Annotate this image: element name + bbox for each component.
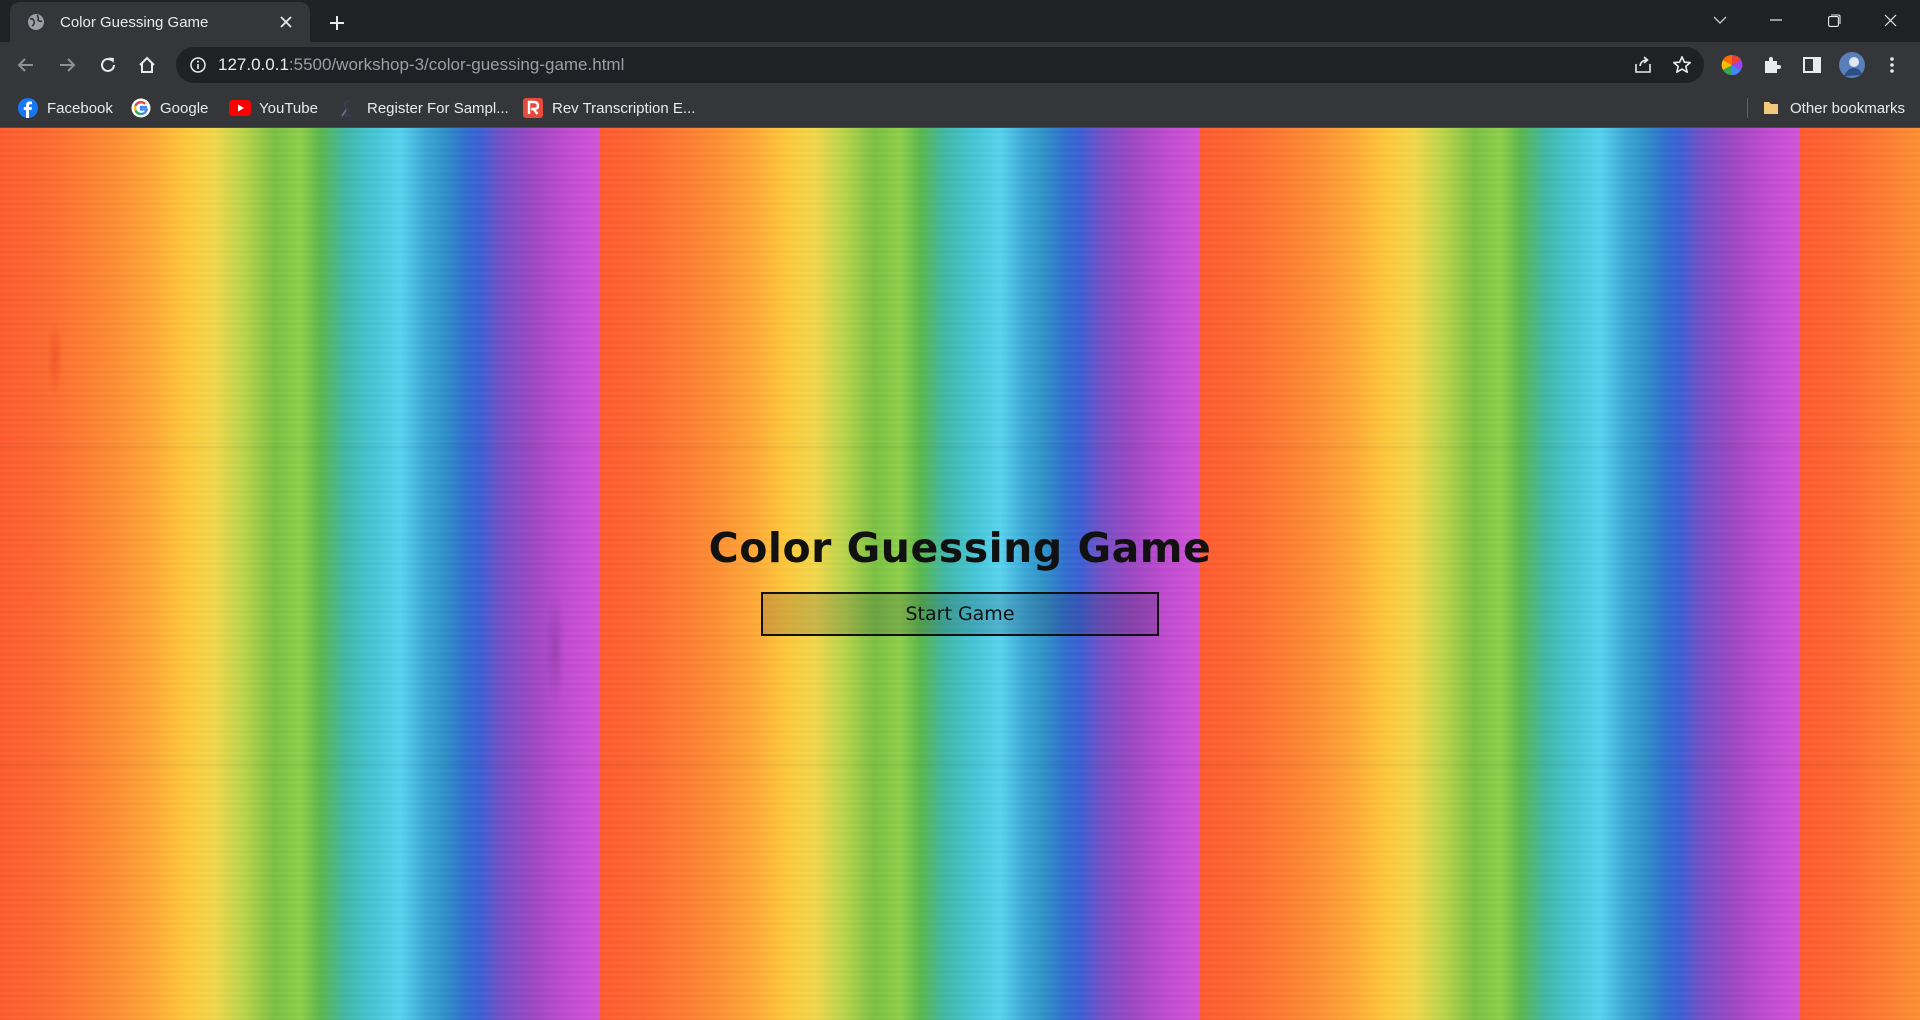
bookmark-register-for-sample[interactable]: Register For Sampl...	[337, 96, 509, 120]
profile-avatar[interactable]	[1836, 49, 1868, 81]
google-icon	[130, 97, 152, 119]
url-host: 127.0.0.1	[218, 55, 289, 74]
close-tab-icon[interactable]	[274, 10, 298, 34]
bookmark-facebook[interactable]: Facebook	[17, 96, 113, 120]
extensions-puzzle-icon[interactable]	[1756, 49, 1788, 81]
bookmark-label: Register For Sampl...	[367, 99, 509, 117]
bookmark-google[interactable]: Google	[130, 96, 208, 120]
share-icon[interactable]	[1631, 53, 1655, 77]
close-window-icon[interactable]	[1862, 0, 1918, 40]
folder-icon	[1760, 97, 1782, 119]
url-path: :5500/workshop-3/color-guessing-game.htm…	[288, 55, 625, 74]
side-panel-icon[interactable]	[1796, 49, 1828, 81]
browser-window: Color Guessing Game 127.0.0.1:5500/works…	[0, 0, 1920, 1020]
other-bookmarks-label: Other bookmarks	[1790, 99, 1906, 117]
other-bookmarks[interactable]: Other bookmarks	[1760, 96, 1905, 120]
bookmark-youtube[interactable]: YouTube	[229, 96, 318, 120]
minimize-icon[interactable]	[1748, 0, 1804, 40]
tab-search-chevron-icon[interactable]	[1692, 0, 1748, 40]
game-start-panel: Color Guessing Game Start Game	[709, 524, 1211, 636]
color-picker-extension-icon[interactable]	[1716, 49, 1748, 81]
globe-icon	[26, 12, 46, 32]
rev-icon	[522, 97, 544, 119]
home-icon[interactable]	[131, 49, 163, 81]
bookmarks-separator	[1747, 98, 1748, 118]
register-icon	[337, 97, 359, 119]
page-viewport: Color Guessing Game Start Game	[0, 128, 1920, 1020]
address-bar[interactable]: 127.0.0.1:5500/workshop-3/color-guessing…	[176, 47, 1704, 83]
forward-icon[interactable]	[51, 49, 83, 81]
site-info-icon[interactable]	[188, 55, 208, 75]
reload-icon[interactable]	[92, 49, 124, 81]
new-tab-icon[interactable]	[322, 8, 352, 38]
tab-strip: Color Guessing Game	[0, 0, 1920, 42]
restore-icon[interactable]	[1806, 0, 1862, 40]
game-title: Color Guessing Game	[708, 524, 1212, 572]
bookmark-rev-transcription[interactable]: Rev Transcription E...	[522, 96, 695, 120]
browser-menu-icon[interactable]	[1876, 49, 1908, 81]
bookmark-label: YouTube	[259, 99, 318, 117]
back-icon[interactable]	[10, 49, 42, 81]
start-game-button[interactable]: Start Game	[761, 592, 1159, 636]
facebook-icon	[17, 97, 39, 119]
tab-color-guessing-game[interactable]: Color Guessing Game	[10, 2, 310, 42]
youtube-icon	[229, 97, 251, 119]
bookmarks-bar: Facebook Google YouTube Register For Sam…	[0, 88, 1920, 128]
background-tile-seam	[0, 764, 1920, 766]
bookmark-label: Facebook	[47, 99, 113, 117]
url-text: 127.0.0.1:5500/workshop-3/color-guessing…	[218, 47, 624, 83]
bookmark-label: Rev Transcription E...	[552, 99, 696, 117]
browser-toolbar: 127.0.0.1:5500/workshop-3/color-guessing…	[0, 42, 1920, 88]
background-tile-seam	[0, 446, 1920, 448]
bookmark-star-icon[interactable]	[1670, 53, 1694, 77]
tab-title: Color Guessing Game	[60, 13, 209, 31]
bookmark-label: Google	[160, 99, 209, 117]
